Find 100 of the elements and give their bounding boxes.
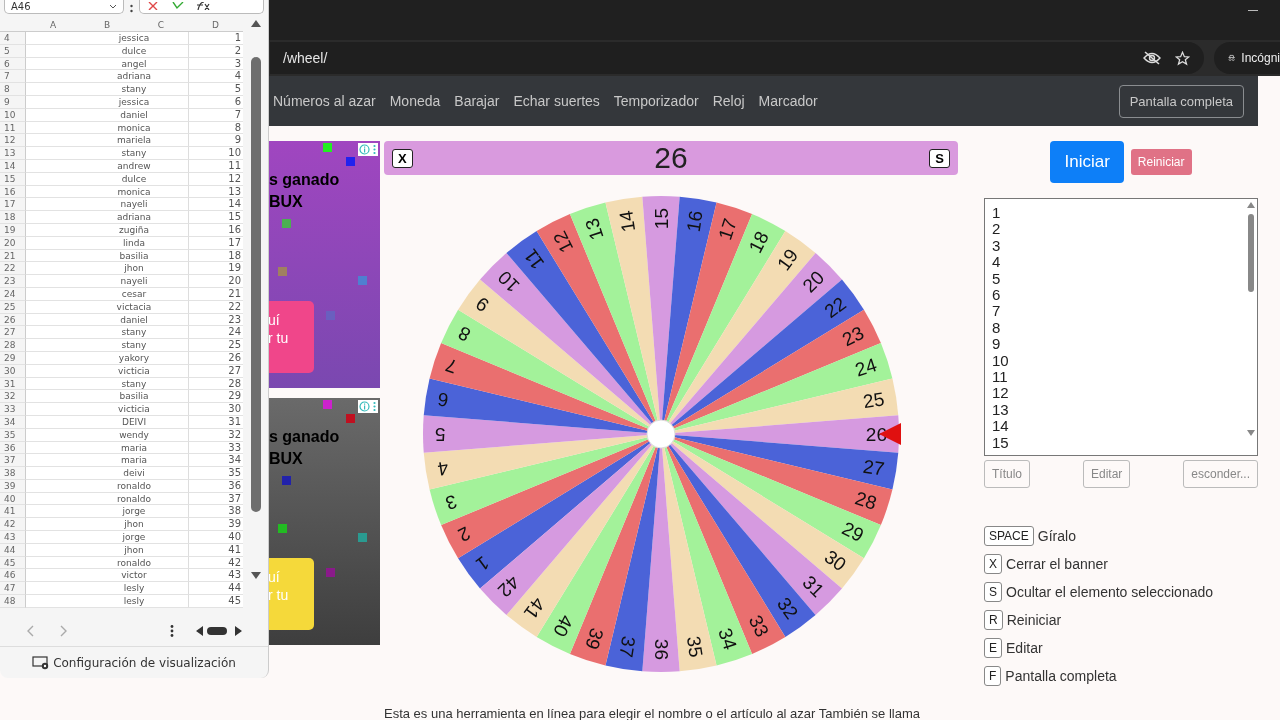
hide-item-key[interactable]: S (929, 148, 950, 168)
more-icon[interactable] (130, 4, 133, 14)
row-number: 37 (0, 454, 26, 468)
info-icon[interactable] (359, 144, 370, 155)
more-icon[interactable] (170, 624, 174, 637)
address-bar[interactable]: /wheel/ (270, 42, 1204, 74)
table-cell: jhon (80, 543, 188, 557)
incognito-chip[interactable]: Incógni (1214, 42, 1280, 74)
fullscreen-button[interactable]: Pantalla completa (1118, 84, 1244, 118)
function-icon[interactable] (196, 2, 210, 10)
segment-label: 37 (615, 634, 640, 659)
table-cell: angel (80, 57, 188, 71)
segment-label: 8 (454, 322, 474, 346)
info-icon[interactable] (359, 401, 370, 412)
key-cap: E (984, 638, 1002, 658)
table-cell: 8 (188, 121, 243, 135)
nav-link[interactable]: Marcador (751, 93, 825, 109)
ad-banner[interactable]: s ganado BUX uí r tu (268, 398, 380, 645)
table-cell: 14 (188, 198, 243, 212)
segment-label: 40 (549, 611, 578, 641)
star-icon[interactable] (1175, 50, 1190, 66)
column-header[interactable]: C (134, 18, 188, 32)
segment-label: 1 (472, 552, 493, 576)
table-cell: linda (80, 236, 188, 250)
table-cell: 23 (188, 313, 243, 327)
nav-link[interactable]: Números al azar (266, 93, 383, 109)
column-header[interactable]: A (26, 18, 80, 32)
table-cell: 5 (188, 83, 243, 96)
table-cell: jhon (80, 262, 188, 276)
display-settings-link[interactable]: Configuración de visualización (53, 655, 236, 670)
name-box[interactable]: A46 (4, 0, 124, 14)
table-cell: lesly (80, 595, 188, 608)
table-cell: stany (80, 339, 188, 352)
table-cell: victor (80, 569, 188, 583)
table-cell: 6 (188, 96, 243, 109)
segment-label: 9 (472, 292, 493, 316)
table-cell: lesly (80, 582, 188, 596)
option-button[interactable]: Editar (1082, 460, 1131, 488)
segment-label: 39 (581, 625, 608, 653)
close-icon[interactable] (148, 2, 160, 10)
nav-link[interactable]: Temporizador (606, 93, 706, 109)
shortcut-label: Editar (1006, 640, 1043, 656)
table-cell: 3 (188, 57, 243, 71)
nav-link[interactable]: Echar suertes (506, 93, 607, 109)
nav-link[interactable]: Barajar (447, 93, 507, 109)
eye-slash-icon[interactable] (1143, 51, 1161, 65)
chevron-right-icon[interactable] (60, 624, 68, 637)
scrollbar-thumb[interactable] (250, 57, 261, 512)
option-button[interactable]: Título (984, 460, 1030, 488)
row-number: 4 (0, 32, 26, 45)
table-cell: monica (80, 185, 188, 199)
ad-headline: s ganado (269, 427, 340, 447)
table-cell: andrew (80, 159, 188, 173)
table-cell: 12 (188, 172, 243, 186)
table-cell: 15 (188, 211, 243, 224)
table-cell: 17 (188, 236, 243, 250)
row-number: 12 (0, 134, 26, 148)
scroll-down-icon[interactable] (250, 572, 261, 579)
entries-field[interactable]: 1 2 3 4 5 6 7 8 9 10 11 12 13 14 15 (984, 198, 1258, 456)
scroll-up-icon[interactable] (250, 20, 261, 27)
ad-cta-button[interactable]: uí r tu (268, 301, 314, 373)
segment-label: 12 (549, 227, 578, 257)
close-banner-key[interactable]: X (392, 148, 413, 168)
table-cell: stany (80, 83, 188, 96)
chevron-left-icon[interactable] (26, 624, 34, 637)
row-number: 7 (0, 70, 26, 84)
table-cell: 28 (188, 377, 243, 391)
table-cell: maria (80, 441, 188, 455)
table-cell: 39 (188, 518, 243, 532)
shortcut-label: Pantalla completa (1005, 668, 1117, 684)
ad-banner[interactable]: s ganado BUX uí r tu (268, 141, 380, 388)
table-cell: 11 (188, 159, 243, 173)
table-cell: 4 (188, 70, 243, 84)
formula-bar[interactable] (139, 0, 264, 14)
column-header[interactable]: B (80, 18, 134, 32)
table-cell: daniel (80, 108, 188, 122)
table-cell: yakory (80, 351, 188, 365)
segment-label: 13 (581, 215, 608, 243)
table-cell: 34 (188, 454, 243, 468)
column-header[interactable]: D (188, 18, 243, 32)
confetti-square (323, 400, 332, 409)
segment-label: 3 (442, 490, 460, 514)
row-number: 33 (0, 403, 26, 416)
table-cell: 10 (188, 147, 243, 160)
option-button[interactable]: esconder... (1183, 460, 1258, 488)
row-number: 42 (0, 518, 26, 532)
table-cell: jessica (80, 96, 188, 109)
start-button[interactable]: Iniciar (1050, 141, 1124, 183)
nav-link[interactable]: Moneda (382, 93, 448, 109)
segment-label: 6 (436, 388, 450, 411)
horizontal-scroll-icon[interactable] (196, 624, 242, 637)
shortcut-label: Cerrar el banner (1006, 556, 1108, 572)
row-number: 17 (0, 198, 26, 212)
confetti-square (282, 476, 291, 485)
check-icon[interactable] (172, 2, 184, 10)
row-number: 43 (0, 531, 26, 544)
table-cell: monica (80, 121, 188, 135)
row-number: 23 (0, 275, 26, 288)
nav-link[interactable]: Reloj (705, 93, 752, 109)
segment-label: 29 (838, 517, 868, 546)
